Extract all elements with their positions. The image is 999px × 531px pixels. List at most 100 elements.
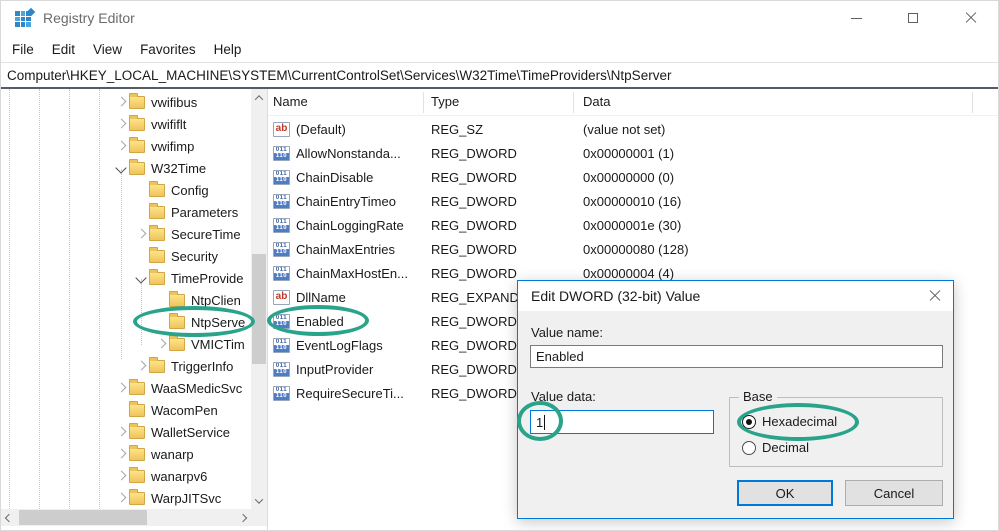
dword-value-icon: 011 110: [273, 313, 290, 329]
minimize-button[interactable]: [841, 7, 871, 29]
radio-selected-icon[interactable]: [742, 414, 756, 429]
tree-item-wanarpv6[interactable]: wanarpv6: [1, 465, 207, 487]
horizontal-scroll-thumb[interactable]: [19, 510, 147, 525]
list-row[interactable]: 011 110 AllowNonstanda... REG_DWORD 0x000000…: [268, 141, 998, 165]
tree-item-waasmedicsvc[interactable]: WaaSMedicSvc: [1, 377, 242, 399]
folder-icon: [169, 312, 185, 329]
scroll-down-arrow-icon[interactable]: [251, 492, 267, 509]
menu-favorites[interactable]: Favorites: [131, 39, 205, 60]
dword-value-icon: 011 110: [273, 193, 290, 209]
folder-icon: [149, 224, 165, 241]
tree-item-wanarp[interactable]: wanarp: [1, 443, 194, 465]
tree-item-vmictimeprovider[interactable]: VMICTim: [1, 333, 245, 355]
value-name: DllName: [296, 289, 346, 305]
column-separator[interactable]: [573, 92, 574, 113]
folder-icon: [129, 488, 145, 505]
tree-item-warpjitsvc[interactable]: WarpJITSvc: [1, 487, 221, 509]
maximize-button[interactable]: [898, 7, 928, 29]
tree-item-config[interactable]: Config: [1, 179, 209, 201]
tree-item-triggerinfo[interactable]: TriggerInfo: [1, 355, 233, 377]
chevron-right-icon[interactable]: [113, 468, 129, 484]
radio-unselected-icon[interactable]: [742, 440, 756, 455]
list-row[interactable]: 011 110 ChainDisable REG_DWORD 0x00000000 (0…: [268, 165, 998, 189]
tree-item-vwififlt[interactable]: vwififlt: [1, 113, 186, 135]
chevron-right-icon[interactable]: [133, 358, 149, 374]
folder-icon: [129, 92, 145, 109]
scroll-right-arrow-icon[interactable]: [235, 509, 251, 526]
vertical-scroll-thumb[interactable]: [252, 254, 266, 364]
tree-item-label: SecureTime: [171, 226, 241, 242]
list-row[interactable]: 011 110 ChainLoggingRate REG_DWORD 0x0000001…: [268, 213, 998, 237]
registry-editor-window: Registry Editor File Edit View Favorites…: [0, 0, 999, 531]
tree-item-label: Security: [171, 248, 218, 264]
chevron-right-icon[interactable]: [113, 138, 129, 154]
tree-horizontal-scrollbar[interactable]: [1, 509, 251, 526]
tree-item-security[interactable]: Security: [1, 245, 218, 267]
tree-item-w32time[interactable]: W32Time: [1, 157, 206, 179]
tree-item-ntpserver[interactable]: NtpServe: [1, 311, 245, 333]
column-header-name[interactable]: Name: [273, 94, 308, 109]
tree-item-walletservice[interactable]: WalletService: [1, 421, 230, 443]
cancel-button[interactable]: Cancel: [845, 480, 943, 506]
tree-item-label: W32Time: [151, 160, 207, 176]
column-separator[interactable]: [972, 92, 973, 113]
folder-icon: [129, 422, 145, 439]
value-name-input[interactable]: Enabled: [530, 345, 943, 368]
tree-item-parameters[interactable]: Parameters: [1, 201, 238, 223]
tree-item-label: WalletService: [151, 424, 230, 440]
list-row[interactable]: 011 110 ChainMaxEntries REG_DWORD 0x00000080…: [268, 237, 998, 261]
column-header-data[interactable]: Data: [583, 94, 610, 109]
close-button[interactable]: [956, 7, 986, 29]
menu-file[interactable]: File: [3, 39, 43, 60]
chevron-right-icon[interactable]: [113, 446, 129, 462]
value-name: ChainEntryTimeo: [296, 193, 396, 209]
string-value-icon: ab: [273, 289, 290, 305]
chevron-right-icon[interactable]: [113, 490, 129, 506]
address-bar[interactable]: Computer\HKEY_LOCAL_MACHINE\SYSTEM\Curre…: [1, 62, 998, 89]
column-separator[interactable]: [423, 92, 424, 113]
chevron-right-icon[interactable]: [113, 94, 129, 110]
value-data-input[interactable]: 1: [530, 410, 714, 434]
chevron-right-icon[interactable]: [113, 380, 129, 396]
folder-icon: [129, 136, 145, 153]
chevron-right-icon[interactable]: [133, 226, 149, 242]
chevron-down-icon[interactable]: [113, 160, 129, 176]
tree-item-wacompen[interactable]: WacomPen: [1, 399, 218, 421]
chevron-right-icon[interactable]: [153, 336, 169, 352]
tree-item-vwifibus[interactable]: vwifibus: [1, 91, 197, 113]
list-row[interactable]: 011 110 ChainEntryTimeo REG_DWORD 0x00000010…: [268, 189, 998, 213]
chevron-right-icon[interactable]: [113, 116, 129, 132]
maximize-icon: [908, 13, 918, 23]
menu-view[interactable]: View: [84, 39, 131, 60]
chevron-right-icon[interactable]: [113, 424, 129, 440]
tree-item-timeproviders[interactable]: TimeProvide: [1, 267, 243, 289]
scroll-left-arrow-icon[interactable]: [1, 509, 17, 526]
dword-value-icon: 011 110: [273, 337, 290, 353]
registry-editor-icon: [15, 7, 36, 28]
chevron-down-icon[interactable]: [133, 270, 149, 286]
folder-icon: [149, 202, 165, 219]
scroll-up-arrow-icon[interactable]: [251, 89, 267, 106]
tree-item-vwifimp[interactable]: vwifimp: [1, 135, 194, 157]
tree-vertical-scrollbar[interactable]: [251, 89, 267, 509]
list-row[interactable]: ab (Default) REG_SZ (value not set): [268, 117, 998, 141]
value-type: REG_DWORD: [431, 217, 517, 233]
dialog-close-button[interactable]: [927, 289, 943, 303]
menu-edit[interactable]: Edit: [43, 39, 84, 60]
value-data-label: Value data:: [531, 389, 596, 404]
column-header-type[interactable]: Type: [431, 94, 459, 109]
tree-item-label: TimeProvide: [171, 270, 244, 286]
radio-hexadecimal[interactable]: Hexadecimal: [742, 414, 837, 429]
value-data-text: 1: [536, 414, 544, 430]
tree-item-label: WarpJITSvc: [151, 490, 222, 506]
tree-item-ntpclient[interactable]: NtpClien: [1, 289, 241, 311]
dword-value-icon: 011 110: [273, 265, 290, 281]
menu-help[interactable]: Help: [205, 39, 251, 60]
edit-dword-dialog: Edit DWORD (32-bit) Value Value name: En…: [517, 280, 954, 519]
ok-button[interactable]: OK: [737, 480, 833, 506]
tree-item-securetime[interactable]: SecureTime: [1, 223, 241, 245]
value-data: 0x00000010 (16): [583, 193, 682, 209]
radio-decimal[interactable]: Decimal: [742, 440, 809, 455]
